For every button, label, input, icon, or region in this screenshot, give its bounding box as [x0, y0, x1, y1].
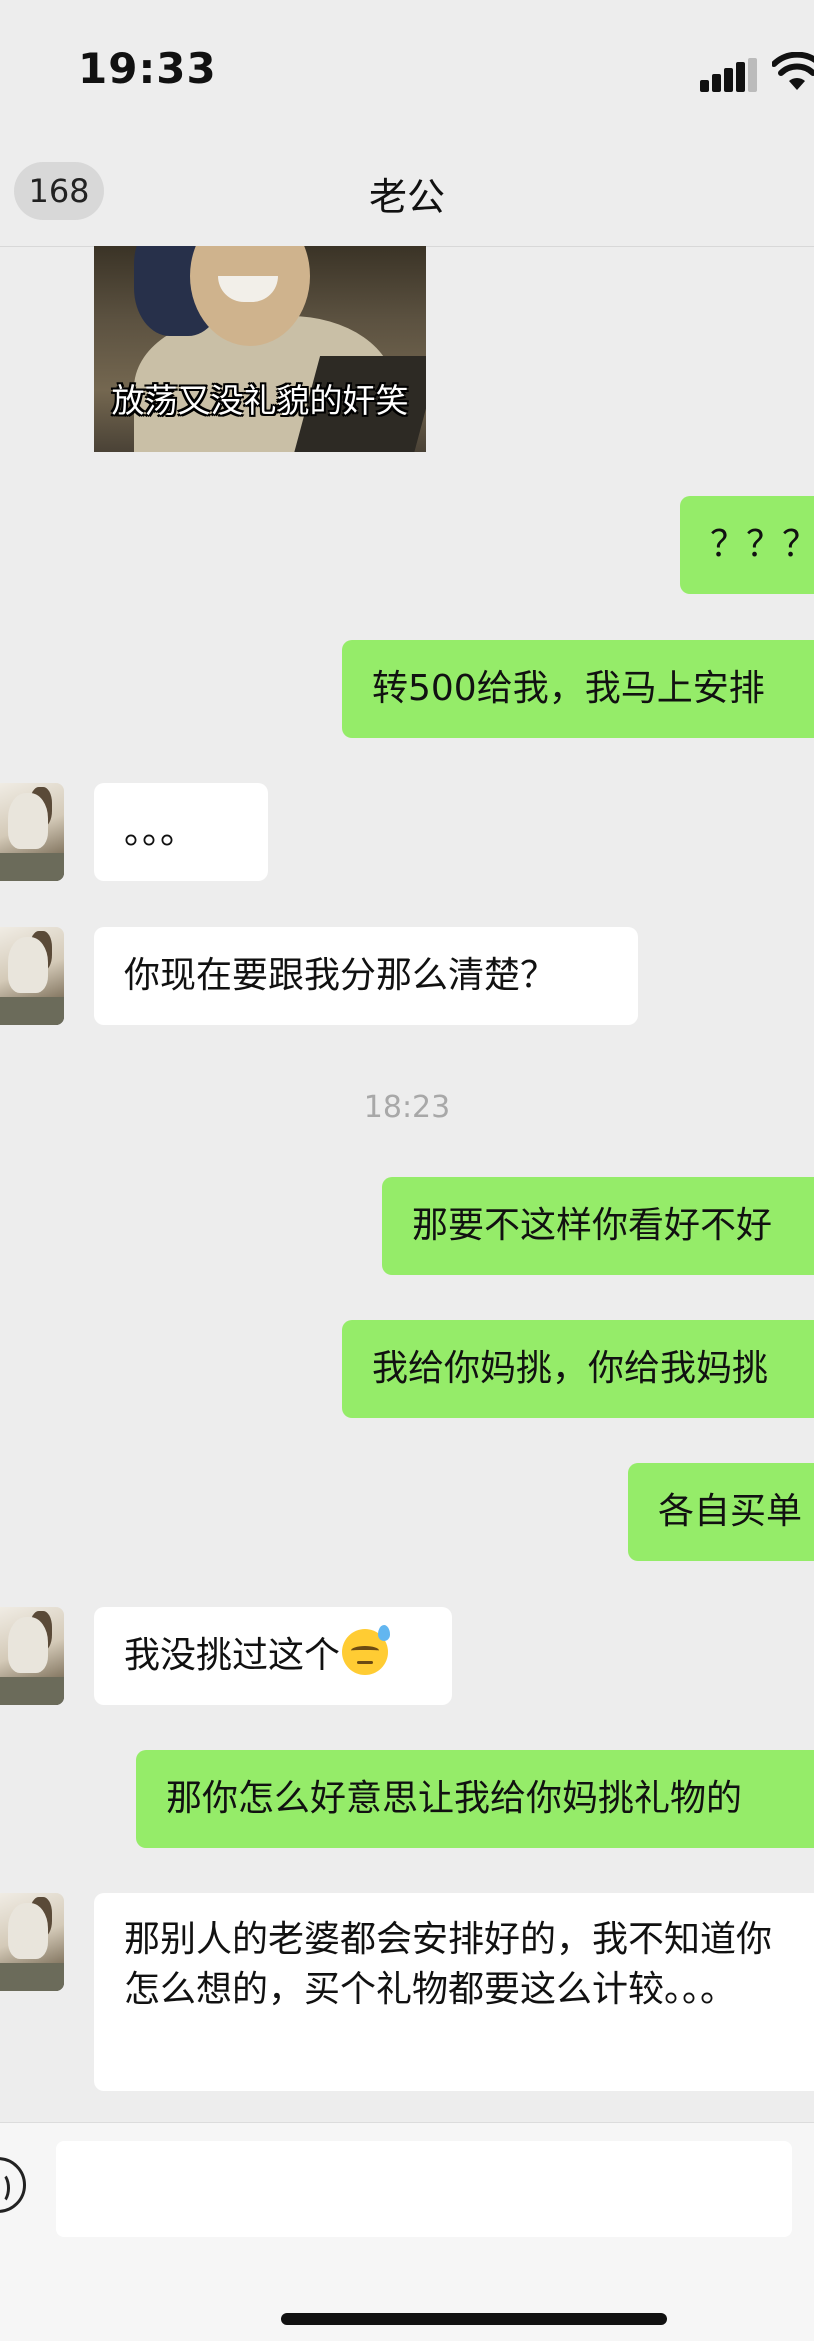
- message-input[interactable]: [56, 2141, 792, 2237]
- contact-avatar[interactable]: [0, 783, 64, 881]
- chat-title: 老公: [368, 175, 445, 219]
- message-timestamp: 18:23: [363, 1090, 451, 1125]
- voice-input-icon[interactable]: [0, 2157, 26, 2213]
- chat-header: 168 老公: [0, 140, 814, 247]
- cellular-signal-icon: [700, 58, 757, 92]
- sticker-image[interactable]: 放荡又没礼貌的奸笑: [94, 246, 426, 452]
- message-bubble-sent[interactable]: ？？？: [680, 496, 814, 594]
- message-bubble-sent[interactable]: 各自买单: [628, 1463, 814, 1561]
- message-bubble-sent[interactable]: 我给你妈挑，你给我妈挑: [342, 1320, 814, 1418]
- message-text: 我没挑过这个: [124, 1635, 341, 1676]
- message-input-bar: [0, 2122, 814, 2341]
- message-bubble-sent[interactable]: 那你怎么好意思让我给你妈挑礼物的: [136, 1750, 814, 1848]
- status-time: 19:33: [78, 44, 217, 93]
- wifi-icon: [772, 52, 814, 90]
- message-bubble-received[interactable]: 我没挑过这个: [94, 1607, 452, 1705]
- contact-avatar[interactable]: [0, 1893, 64, 1991]
- message-bubble-received[interactable]: 那别人的老婆都会安排好的，我不知道你怎么想的，买个礼物都要这么计较。。。: [94, 1893, 814, 2091]
- sticker-caption: 放荡又没礼貌的奸笑: [111, 381, 409, 420]
- status-bar: 19:33: [0, 0, 814, 140]
- message-bubble-received[interactable]: 你现在要跟我分那么清楚？: [94, 927, 638, 1025]
- contact-avatar[interactable]: [0, 927, 64, 1025]
- message-bubble-received[interactable]: 。。。: [94, 783, 268, 881]
- sleepy-sweat-emoji-icon: [342, 1625, 391, 1675]
- message-bubble-sent[interactable]: 那要不这样你看好不好: [382, 1177, 814, 1275]
- home-indicator[interactable]: [281, 2313, 667, 2325]
- contact-avatar[interactable]: [0, 1607, 64, 1705]
- message-bubble-sent[interactable]: 转500给我，我马上安排: [342, 640, 814, 738]
